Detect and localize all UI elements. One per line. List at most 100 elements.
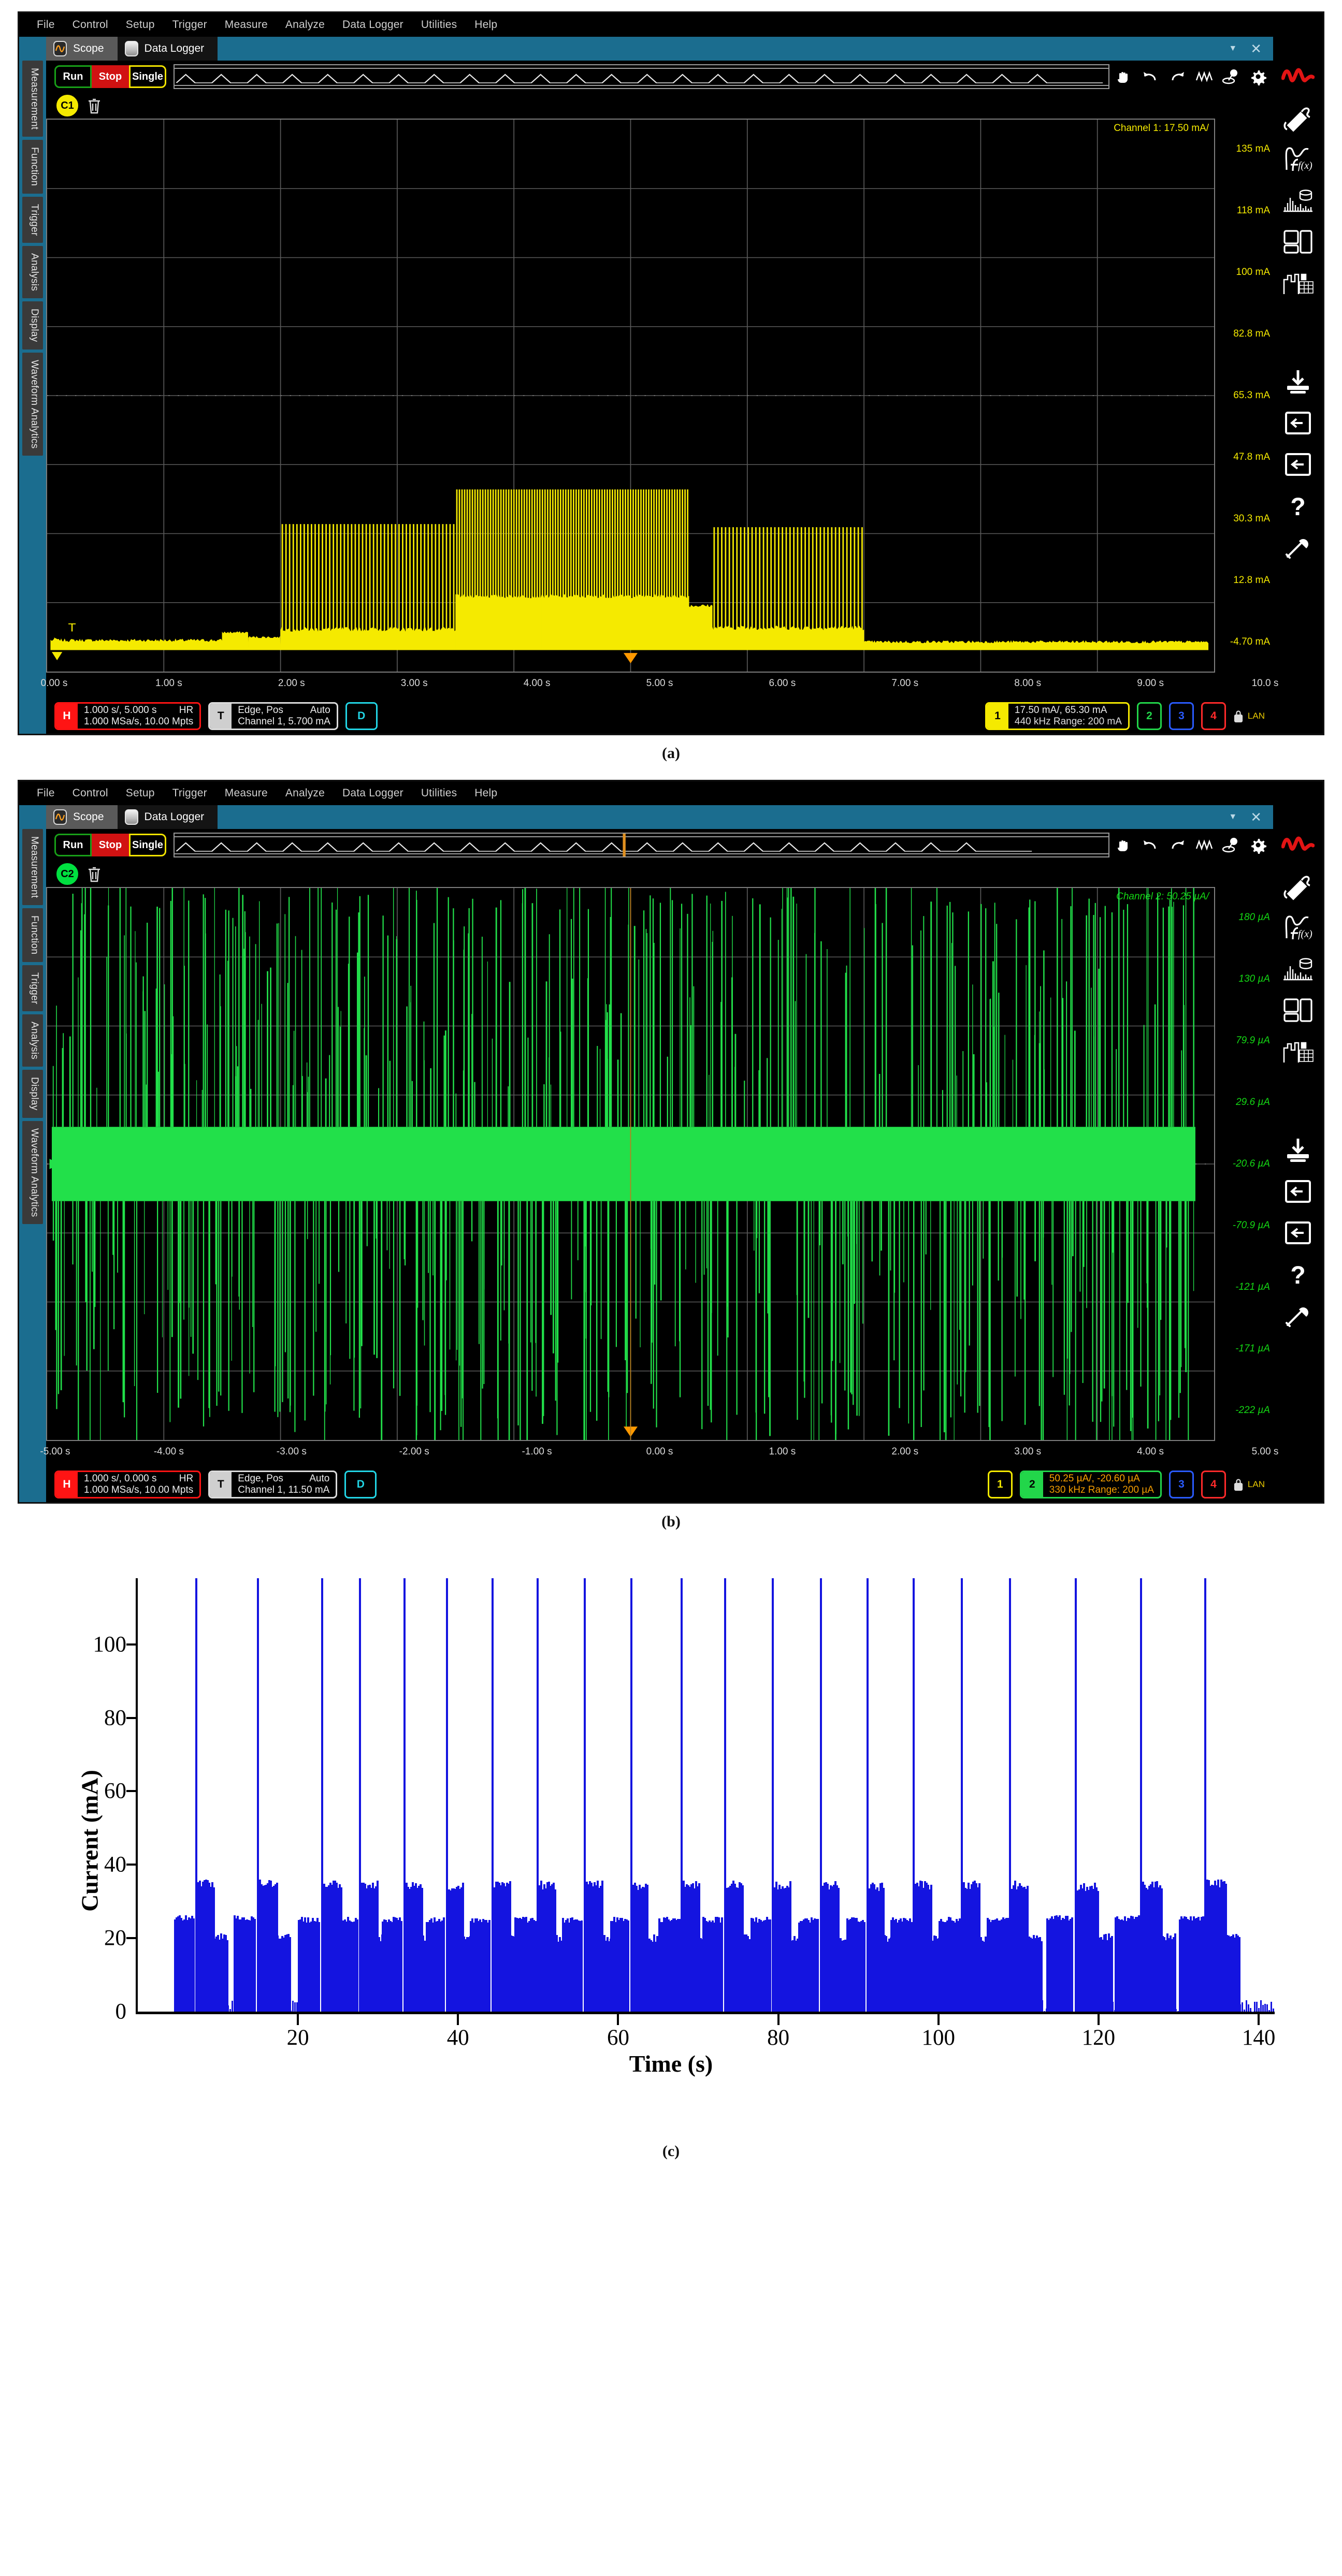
redo-arrow-icon[interactable]: [1168, 68, 1186, 85]
lan-indicator-a[interactable]: LAN: [1233, 709, 1265, 723]
channel-box-3-b[interactable]: 3: [1168, 1471, 1194, 1498]
hand-pan-icon[interactable]: [1115, 68, 1132, 85]
menu-item-data-logger[interactable]: Data Logger: [342, 19, 403, 31]
menu-item-control[interactable]: Control: [73, 19, 108, 31]
menu-item-measure-b[interactable]: Measure: [225, 787, 268, 799]
wrench-tools-icon-b[interactable]: [1281, 1300, 1315, 1331]
help-question-icon-b[interactable]: ?: [1281, 1259, 1315, 1290]
chevron-down-icon[interactable]: ▼: [1229, 44, 1237, 53]
chevron-down-icon-b[interactable]: ▼: [1229, 812, 1237, 822]
channel-bubble-c1[interactable]: C1: [56, 95, 78, 117]
red-waveform-icon[interactable]: [1281, 61, 1315, 92]
channel-box-3-a[interactable]: 3: [1168, 702, 1194, 730]
channel-box-2-b[interactable]: 2 50.25 µA/, -20.60 µA 330 kHz Range: 20…: [1019, 1471, 1162, 1498]
tab-scope[interactable]: Scope: [46, 37, 118, 61]
save-download-icon[interactable]: [1281, 366, 1315, 397]
import-arrow-icon[interactable]: [1281, 407, 1315, 439]
digital-timing-table-icon[interactable]: [1281, 268, 1315, 299]
menu-item-analyze-b[interactable]: Analyze: [285, 787, 325, 799]
save-download-icon-b[interactable]: [1281, 1134, 1315, 1166]
tab-data-logger[interactable]: Data Logger: [117, 37, 218, 61]
channel-box-4-b[interactable]: 4: [1201, 1471, 1226, 1498]
menu-item-help-b[interactable]: Help: [474, 787, 497, 799]
trigger-settings-box-b[interactable]: T Edge, Pos Auto Channel 1, 11.50 mA: [208, 1471, 338, 1498]
layout-panes-icon[interactable]: [1281, 226, 1315, 257]
waveform-zigzag-icon-b[interactable]: [1195, 836, 1213, 854]
sidebar-tab-analysis[interactable]: Analysis: [22, 246, 43, 299]
trash-icon-b[interactable]: [86, 865, 102, 883]
horizontal-settings-box-b[interactable]: H 1.000 s/, 0.000 s HR 1.000 MSa/s, 10.0…: [54, 1471, 201, 1498]
horizontal-settings-box-a[interactable]: H 1.000 s/, 5.000 s HR 1.000 MSa/s, 10.0…: [54, 702, 201, 730]
sidebar-tab-trigger-b[interactable]: Trigger: [22, 965, 43, 1012]
lan-indicator-b[interactable]: LAN: [1233, 1478, 1265, 1491]
menu-item-file[interactable]: File: [37, 19, 55, 31]
probe-icon[interactable]: [1281, 102, 1315, 133]
undo-arrow-icon-b[interactable]: [1142, 836, 1159, 854]
sidebar-tab-waveform-analytics-b[interactable]: Waveform Analytics: [22, 1120, 43, 1225]
menu-item-setup-b[interactable]: Setup: [126, 787, 155, 799]
sidebar-tab-function[interactable]: Function: [22, 140, 43, 194]
close-icon-b[interactable]: ✕: [1250, 810, 1262, 824]
undo-arrow-icon[interactable]: [1142, 68, 1159, 85]
run-button[interactable]: Run: [54, 65, 92, 88]
sidebar-tab-display-b[interactable]: Display: [22, 1070, 43, 1118]
integral-fx-icon[interactable]: f(x): [1281, 143, 1315, 174]
channel-box-2-a[interactable]: 2: [1136, 702, 1162, 730]
waveform-plot-b[interactable]: Channel 2: 50.25 µA/: [46, 887, 1215, 1441]
trigger-settings-box-a[interactable]: T Edge, Pos Auto Channel 1, 5.700 mA: [208, 702, 338, 730]
layout-panes-icon-b[interactable]: [1281, 995, 1315, 1026]
sidebar-tab-analysis-b[interactable]: Analysis: [22, 1014, 43, 1067]
sidebar-tab-display[interactable]: Display: [22, 301, 43, 350]
gear-icon[interactable]: [1249, 68, 1267, 85]
waveform-plot-a[interactable]: Channel 1: 17.50 mA/ T: [46, 119, 1215, 673]
digital-box-a[interactable]: D: [345, 702, 378, 730]
menu-item-help[interactable]: Help: [474, 19, 497, 31]
menu-item-utilities[interactable]: Utilities: [421, 19, 457, 31]
channel-box-4-a[interactable]: 4: [1201, 702, 1226, 730]
probe-icon-b[interactable]: [1281, 870, 1315, 901]
run-button-b[interactable]: Run: [54, 834, 92, 856]
menu-item-measure[interactable]: Measure: [225, 19, 268, 31]
hand-pan-icon-b[interactable]: [1115, 836, 1132, 854]
channel-box-1-b[interactable]: 1: [987, 1471, 1013, 1498]
trash-icon[interactable]: [86, 97, 102, 114]
cursor-marker-icon[interactable]: [1222, 68, 1240, 85]
stop-button[interactable]: Stop: [92, 65, 129, 88]
sidebar-tab-function-b[interactable]: Function: [22, 908, 43, 962]
import-arrow-icon-b[interactable]: [1281, 1176, 1315, 1207]
menu-item-control-b[interactable]: Control: [73, 787, 108, 799]
waveform-zigzag-icon[interactable]: [1195, 68, 1213, 85]
channel-bubble-c2[interactable]: C2: [56, 863, 78, 885]
menu-item-utilities-b[interactable]: Utilities: [421, 787, 457, 799]
menu-item-trigger[interactable]: Trigger: [172, 19, 207, 31]
sidebar-tab-measurement-b[interactable]: Measurement: [22, 829, 43, 906]
single-button-b[interactable]: Single: [129, 834, 166, 856]
gear-icon-b[interactable]: [1249, 836, 1267, 854]
integral-fx-icon-b[interactable]: f(x): [1281, 912, 1315, 943]
sidebar-tab-trigger[interactable]: Trigger: [22, 196, 43, 243]
sidebar-tab-measurement[interactable]: Measurement: [22, 61, 43, 137]
export-arrow-icon-b[interactable]: [1281, 1217, 1315, 1248]
stop-button-b[interactable]: Stop: [92, 834, 129, 856]
red-waveform-icon-b[interactable]: [1281, 829, 1315, 860]
wrench-tools-icon[interactable]: [1281, 532, 1315, 563]
sidebar-tab-waveform-analytics[interactable]: Waveform Analytics: [22, 352, 43, 456]
histogram-database-icon[interactable]: [1281, 185, 1315, 216]
menu-item-file-b[interactable]: File: [37, 787, 55, 799]
menu-item-analyze[interactable]: Analyze: [285, 19, 325, 31]
redo-arrow-icon-b[interactable]: [1168, 836, 1186, 854]
waveform-overview-pane-a[interactable]: [174, 64, 1109, 89]
help-question-icon[interactable]: ?: [1281, 490, 1315, 521]
digital-box-b[interactable]: D: [344, 1471, 377, 1498]
cursor-marker-icon-b[interactable]: [1222, 836, 1240, 854]
menu-item-data-logger-b[interactable]: Data Logger: [342, 787, 403, 799]
menu-item-trigger-b[interactable]: Trigger: [172, 787, 207, 799]
waveform-overview-pane-b[interactable]: [174, 833, 1109, 857]
tab-scope-b[interactable]: Scope: [46, 805, 118, 829]
tab-data-logger-b[interactable]: Data Logger: [117, 805, 218, 829]
menu-item-setup[interactable]: Setup: [126, 19, 155, 31]
histogram-database-icon-b[interactable]: [1281, 953, 1315, 984]
digital-timing-table-icon-b[interactable]: [1281, 1036, 1315, 1067]
channel-box-1-a[interactable]: 1 17.50 mA/, 65.30 mA 440 kHz Range: 200…: [985, 702, 1130, 730]
close-icon[interactable]: ✕: [1250, 42, 1262, 55]
